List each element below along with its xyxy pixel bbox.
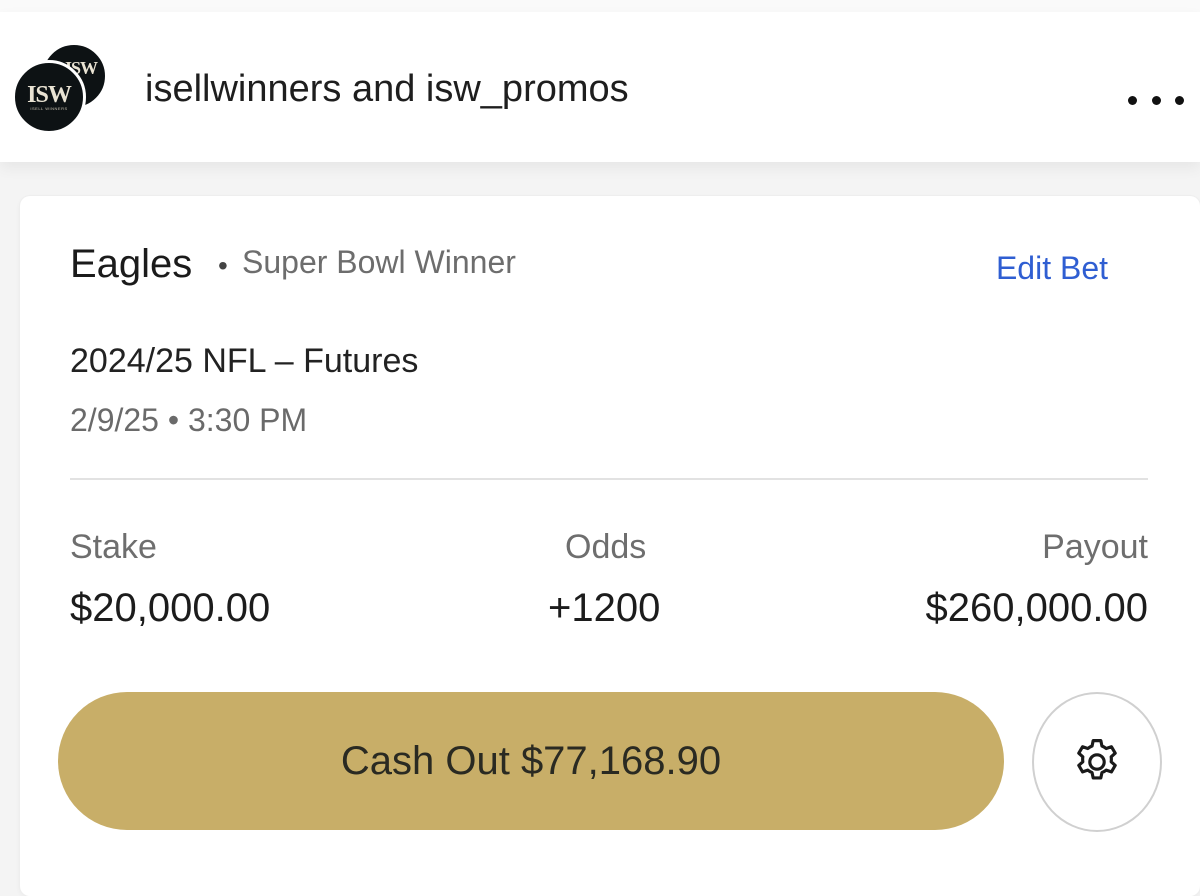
more-dot — [1151, 96, 1161, 105]
payout-label: Payout — [1042, 528, 1148, 566]
edit-bet-link[interactable]: Edit Bet — [996, 250, 1108, 287]
bet-market: Super Bowl Winner — [242, 244, 516, 280]
post-author-title[interactable]: isellwinners and isw_promos — [145, 68, 629, 111]
post-header: ISW ISW ISELL WINNERS isellwinners and i… — [0, 12, 1200, 162]
bet-separator: • — [218, 250, 228, 281]
gear-icon — [1077, 739, 1117, 780]
bet-slip-card: Eagles • Super Bowl Winner Edit Bet 2024… — [20, 196, 1200, 896]
payout-value: $260,000.00 — [925, 586, 1148, 630]
bet-datetime: 2/9/25 • 3:30 PM — [70, 402, 308, 438]
cash-out-button[interactable]: Cash Out $77,168.90 — [58, 692, 1004, 830]
odds-value: +1200 — [548, 586, 661, 630]
stake-label: Stake — [70, 528, 157, 566]
odds-label: Odds — [565, 528, 647, 566]
avatar-primary-tagline: ISELL WINNERS — [30, 105, 68, 111]
avatar-stack[interactable]: ISW ISW ISELL WINNERS — [12, 42, 112, 142]
stake-value: $20,000.00 — [70, 586, 271, 630]
settings-button[interactable] — [1032, 692, 1162, 832]
avatar-primary-logo: ISW — [27, 81, 72, 108]
bet-team: Eagles — [70, 242, 193, 286]
more-horizontal-icon[interactable] — [1128, 96, 1184, 106]
more-dot — [1128, 96, 1137, 105]
avatar-primary[interactable]: ISW ISELL WINNERS — [12, 60, 86, 134]
divider — [70, 478, 1148, 480]
more-dot — [1175, 96, 1184, 105]
bet-event: 2024/25 NFL – Futures — [70, 342, 419, 380]
